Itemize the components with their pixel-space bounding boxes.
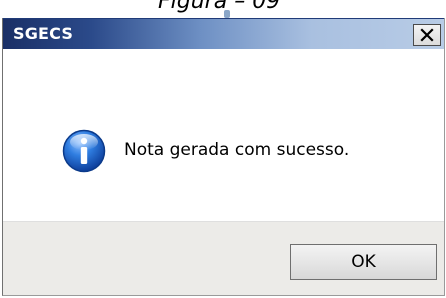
dialog-titlebar[interactable]: SGECS (3, 18, 444, 49)
caption-artifact (224, 10, 230, 18)
message-dialog: SGECS Nota gerada com sucesso. OK (2, 18, 445, 296)
dialog-message: Nota gerada com sucesso. (124, 140, 350, 160)
close-button[interactable] (413, 24, 441, 46)
close-icon (420, 28, 434, 42)
figure-caption: Figura – 09 (158, 0, 281, 14)
screenshot-canvas: Figura – 09 SGECS Nota gerada com sucess… (0, 0, 446, 298)
ok-button[interactable]: OK (290, 244, 437, 280)
dialog-content: Nota gerada com sucesso. (3, 49, 444, 221)
dialog-footer: OK (3, 221, 444, 295)
info-icon (62, 129, 106, 173)
dialog-title: SGECS (13, 24, 74, 43)
